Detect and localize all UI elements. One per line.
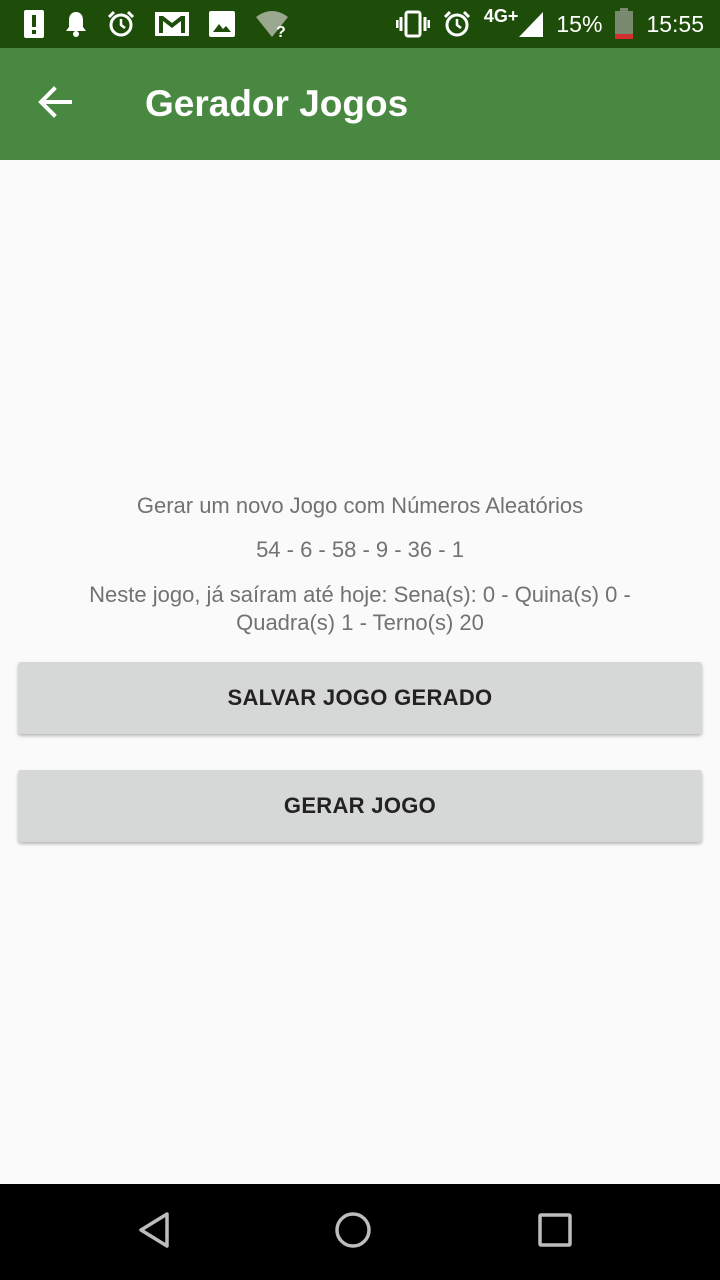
status-bar-notifications: ? bbox=[0, 0, 290, 48]
vibrate-icon bbox=[395, 10, 430, 38]
main-content: Gerar um novo Jogo com Números Aleatório… bbox=[0, 160, 720, 1184]
game-statistics: Neste jogo, já saíram até hoje: Sena(s):… bbox=[89, 582, 631, 635]
svg-text:?: ? bbox=[276, 24, 286, 39]
status-bar-system: 4G+ 15% 15:55 bbox=[395, 0, 720, 48]
clock-time: 15:55 bbox=[646, 10, 704, 37]
signal-icon bbox=[518, 10, 544, 38]
back-triangle-icon bbox=[137, 1211, 171, 1254]
save-game-button[interactable]: SALVAR JOGO GERADO bbox=[18, 662, 702, 734]
status-bar: ? 4G+ 15% 15:55 bbox=[0, 0, 720, 48]
alert-icon bbox=[22, 9, 46, 39]
app-bar: Gerador Jogos bbox=[0, 48, 720, 160]
back-button[interactable] bbox=[27, 76, 83, 132]
arrow-back-icon bbox=[38, 85, 72, 123]
generator-headline: Gerar um novo Jogo com Números Aleatório… bbox=[136, 493, 584, 518]
alarm-clock-icon bbox=[442, 9, 472, 39]
generated-numbers: 54 - 6 - 58 - 9 - 36 - 1 bbox=[256, 537, 464, 562]
notification-bell-icon bbox=[64, 10, 88, 38]
nav-home-button[interactable] bbox=[329, 1208, 377, 1256]
recents-square-icon bbox=[537, 1212, 573, 1253]
alarm-clock-icon bbox=[106, 9, 136, 39]
page-title: Gerador Jogos bbox=[145, 83, 409, 124]
gmail-icon bbox=[154, 10, 190, 38]
wifi-unknown-icon: ? bbox=[254, 9, 290, 39]
nav-recents-button[interactable] bbox=[531, 1208, 579, 1256]
nav-back-button[interactable] bbox=[130, 1208, 178, 1256]
generate-game-button[interactable]: GERAR JOGO bbox=[18, 770, 702, 842]
network-type-label: 4G+ bbox=[483, 5, 519, 26]
navigation-bar bbox=[0, 1184, 720, 1280]
battery-icon bbox=[614, 8, 634, 40]
battery-percent: 15% bbox=[556, 10, 603, 37]
home-circle-icon bbox=[333, 1210, 373, 1255]
image-icon bbox=[208, 10, 236, 38]
